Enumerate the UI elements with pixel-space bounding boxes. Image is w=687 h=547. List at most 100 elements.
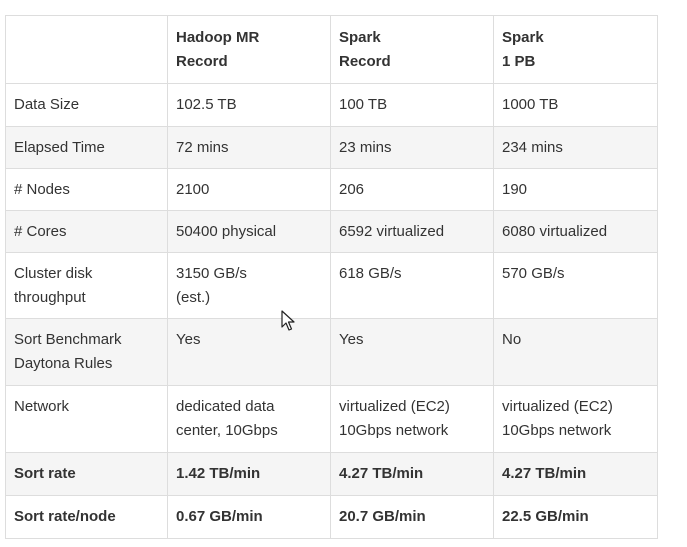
table-cell: dedicated data center, 10Gbps	[167, 385, 331, 453]
cell-text: 2100	[176, 181, 210, 198]
table-row: # Cores 50400 physical 6592 virtualized …	[5, 210, 658, 253]
table-header-row: Hadoop MR Record Spark Record Spark 1 PB	[5, 15, 658, 84]
row-label-cell: # Nodes	[5, 168, 168, 211]
table-row: # Nodes 2100 206 190	[5, 168, 658, 211]
cell-text: (est.)	[176, 289, 211, 306]
row-label-cell: Sort rate	[5, 452, 168, 496]
table-cell: 1.42 TB/min	[167, 452, 331, 496]
table-cell: 570 GB/s	[493, 252, 658, 319]
cell-text: Yes	[176, 331, 201, 348]
cell-text: No	[502, 331, 522, 348]
table-row: Sort rate 1.42 TB/min 4.27 TB/min 4.27 T…	[5, 452, 658, 496]
header-cell-spark-record: Spark Record	[330, 15, 494, 84]
header-text: 1 PB	[502, 53, 536, 70]
cell-text: 6592 virtualized	[339, 223, 445, 240]
row-label-cell: Data Size	[5, 83, 168, 127]
cell-text: 0.67 GB/min	[176, 508, 263, 525]
table-cell: virtualized (EC2) 10Gbps network	[330, 385, 494, 453]
table-cell: 6592 virtualized	[330, 210, 494, 253]
row-label-cell: Sort Benchmark Daytona Rules	[5, 318, 168, 386]
cell-text: Cluster disk	[14, 265, 93, 282]
cell-text: 6080 virtualized	[502, 223, 608, 240]
cell-text: Data Size	[14, 96, 80, 113]
cell-text: 234 mins	[502, 139, 563, 156]
cell-text: 22.5 GB/min	[502, 508, 589, 525]
table-cell: 1000 TB	[493, 83, 658, 127]
cell-text: dedicated data	[176, 398, 275, 415]
table-row: Elapsed Time 72 mins 23 mins 234 mins	[5, 126, 658, 169]
cell-text: 72 mins	[176, 139, 229, 156]
table-row: Cluster disk throughput 3150 GB/s (est.)…	[5, 252, 658, 319]
table-row: Sort Benchmark Daytona Rules Yes Yes No	[5, 318, 658, 386]
table-cell: 20.7 GB/min	[330, 495, 494, 539]
header-text: Spark	[502, 29, 544, 46]
cell-text: # Cores	[14, 223, 67, 240]
table-cell: No	[493, 318, 658, 386]
table-cell: 4.27 TB/min	[493, 452, 658, 496]
cell-text: # Nodes	[14, 181, 70, 198]
cell-text: 1.42 TB/min	[176, 465, 261, 482]
cell-text: 102.5 TB	[176, 96, 237, 113]
cell-text: 618 GB/s	[339, 265, 402, 282]
cell-text: throughput	[14, 289, 86, 306]
table-cell: 72 mins	[167, 126, 331, 169]
table-row: Data Size 102.5 TB 100 TB 1000 TB	[5, 83, 658, 127]
cell-text: Elapsed Time	[14, 139, 105, 156]
table-cell: 4.27 TB/min	[330, 452, 494, 496]
cell-text: 3150 GB/s	[176, 265, 247, 282]
table-cell: Yes	[330, 318, 494, 386]
cell-text: 190	[502, 181, 528, 198]
cell-text: 100 TB	[339, 96, 388, 113]
header-text: Record	[339, 53, 391, 70]
table-row: Network dedicated data center, 10Gbps vi…	[5, 385, 658, 453]
table-cell: 3150 GB/s (est.)	[167, 252, 331, 319]
table-cell: virtualized (EC2) 10Gbps network	[493, 385, 658, 453]
table-cell: 618 GB/s	[330, 252, 494, 319]
cell-text: 20.7 GB/min	[339, 508, 426, 525]
mouse-pointer-icon	[281, 310, 295, 331]
cell-text: Sort rate	[14, 465, 76, 482]
table-cell: 0.67 GB/min	[167, 495, 331, 539]
cell-text: 4.27 TB/min	[502, 465, 587, 482]
table-cell: 100 TB	[330, 83, 494, 127]
table-cell: Yes	[167, 318, 331, 386]
cell-text: Sort Benchmark	[14, 331, 122, 348]
table-row: Sort rate/node 0.67 GB/min 20.7 GB/min 2…	[5, 495, 658, 539]
cell-text: 10Gbps network	[339, 422, 449, 439]
cell-text: Network	[14, 398, 70, 415]
table-cell: 206	[330, 168, 494, 211]
cell-text: Daytona Rules	[14, 355, 113, 372]
cell-text: 4.27 TB/min	[339, 465, 424, 482]
row-label-cell: Cluster disk throughput	[5, 252, 168, 319]
header-text: Record	[176, 53, 228, 70]
row-label-cell: # Cores	[5, 210, 168, 253]
header-cell-spark-1pb: Spark 1 PB	[493, 15, 658, 84]
comparison-table: Hadoop MR Record Spark Record Spark 1 PB…	[5, 15, 658, 539]
header-cell-hadoop-mr-record: Hadoop MR Record	[167, 15, 331, 84]
table-cell: 102.5 TB	[167, 83, 331, 127]
cell-text: virtualized (EC2)	[502, 398, 613, 415]
row-label-cell: Network	[5, 385, 168, 453]
table-cell: 50400 physical	[167, 210, 331, 253]
cell-text: 10Gbps network	[502, 422, 612, 439]
cell-text: virtualized (EC2)	[339, 398, 450, 415]
row-label-cell: Elapsed Time	[5, 126, 168, 169]
cell-text: 50400 physical	[176, 223, 277, 240]
cell-text: 23 mins	[339, 139, 392, 156]
cell-text: 206	[339, 181, 365, 198]
cell-text: Yes	[339, 331, 364, 348]
table-cell: 22.5 GB/min	[493, 495, 658, 539]
row-label-cell: Sort rate/node	[5, 495, 168, 539]
table-cell: 190	[493, 168, 658, 211]
cell-text: center, 10Gbps	[176, 422, 278, 439]
header-cell-empty	[5, 15, 168, 84]
cell-text: 1000 TB	[502, 96, 559, 113]
table-cell: 23 mins	[330, 126, 494, 169]
cell-text: 570 GB/s	[502, 265, 565, 282]
header-text: Spark	[339, 29, 381, 46]
table-cell: 6080 virtualized	[493, 210, 658, 253]
header-text: Hadoop MR	[176, 29, 260, 46]
table-cell: 234 mins	[493, 126, 658, 169]
table-cell: 2100	[167, 168, 331, 211]
cell-text: Sort rate/node	[14, 508, 116, 525]
